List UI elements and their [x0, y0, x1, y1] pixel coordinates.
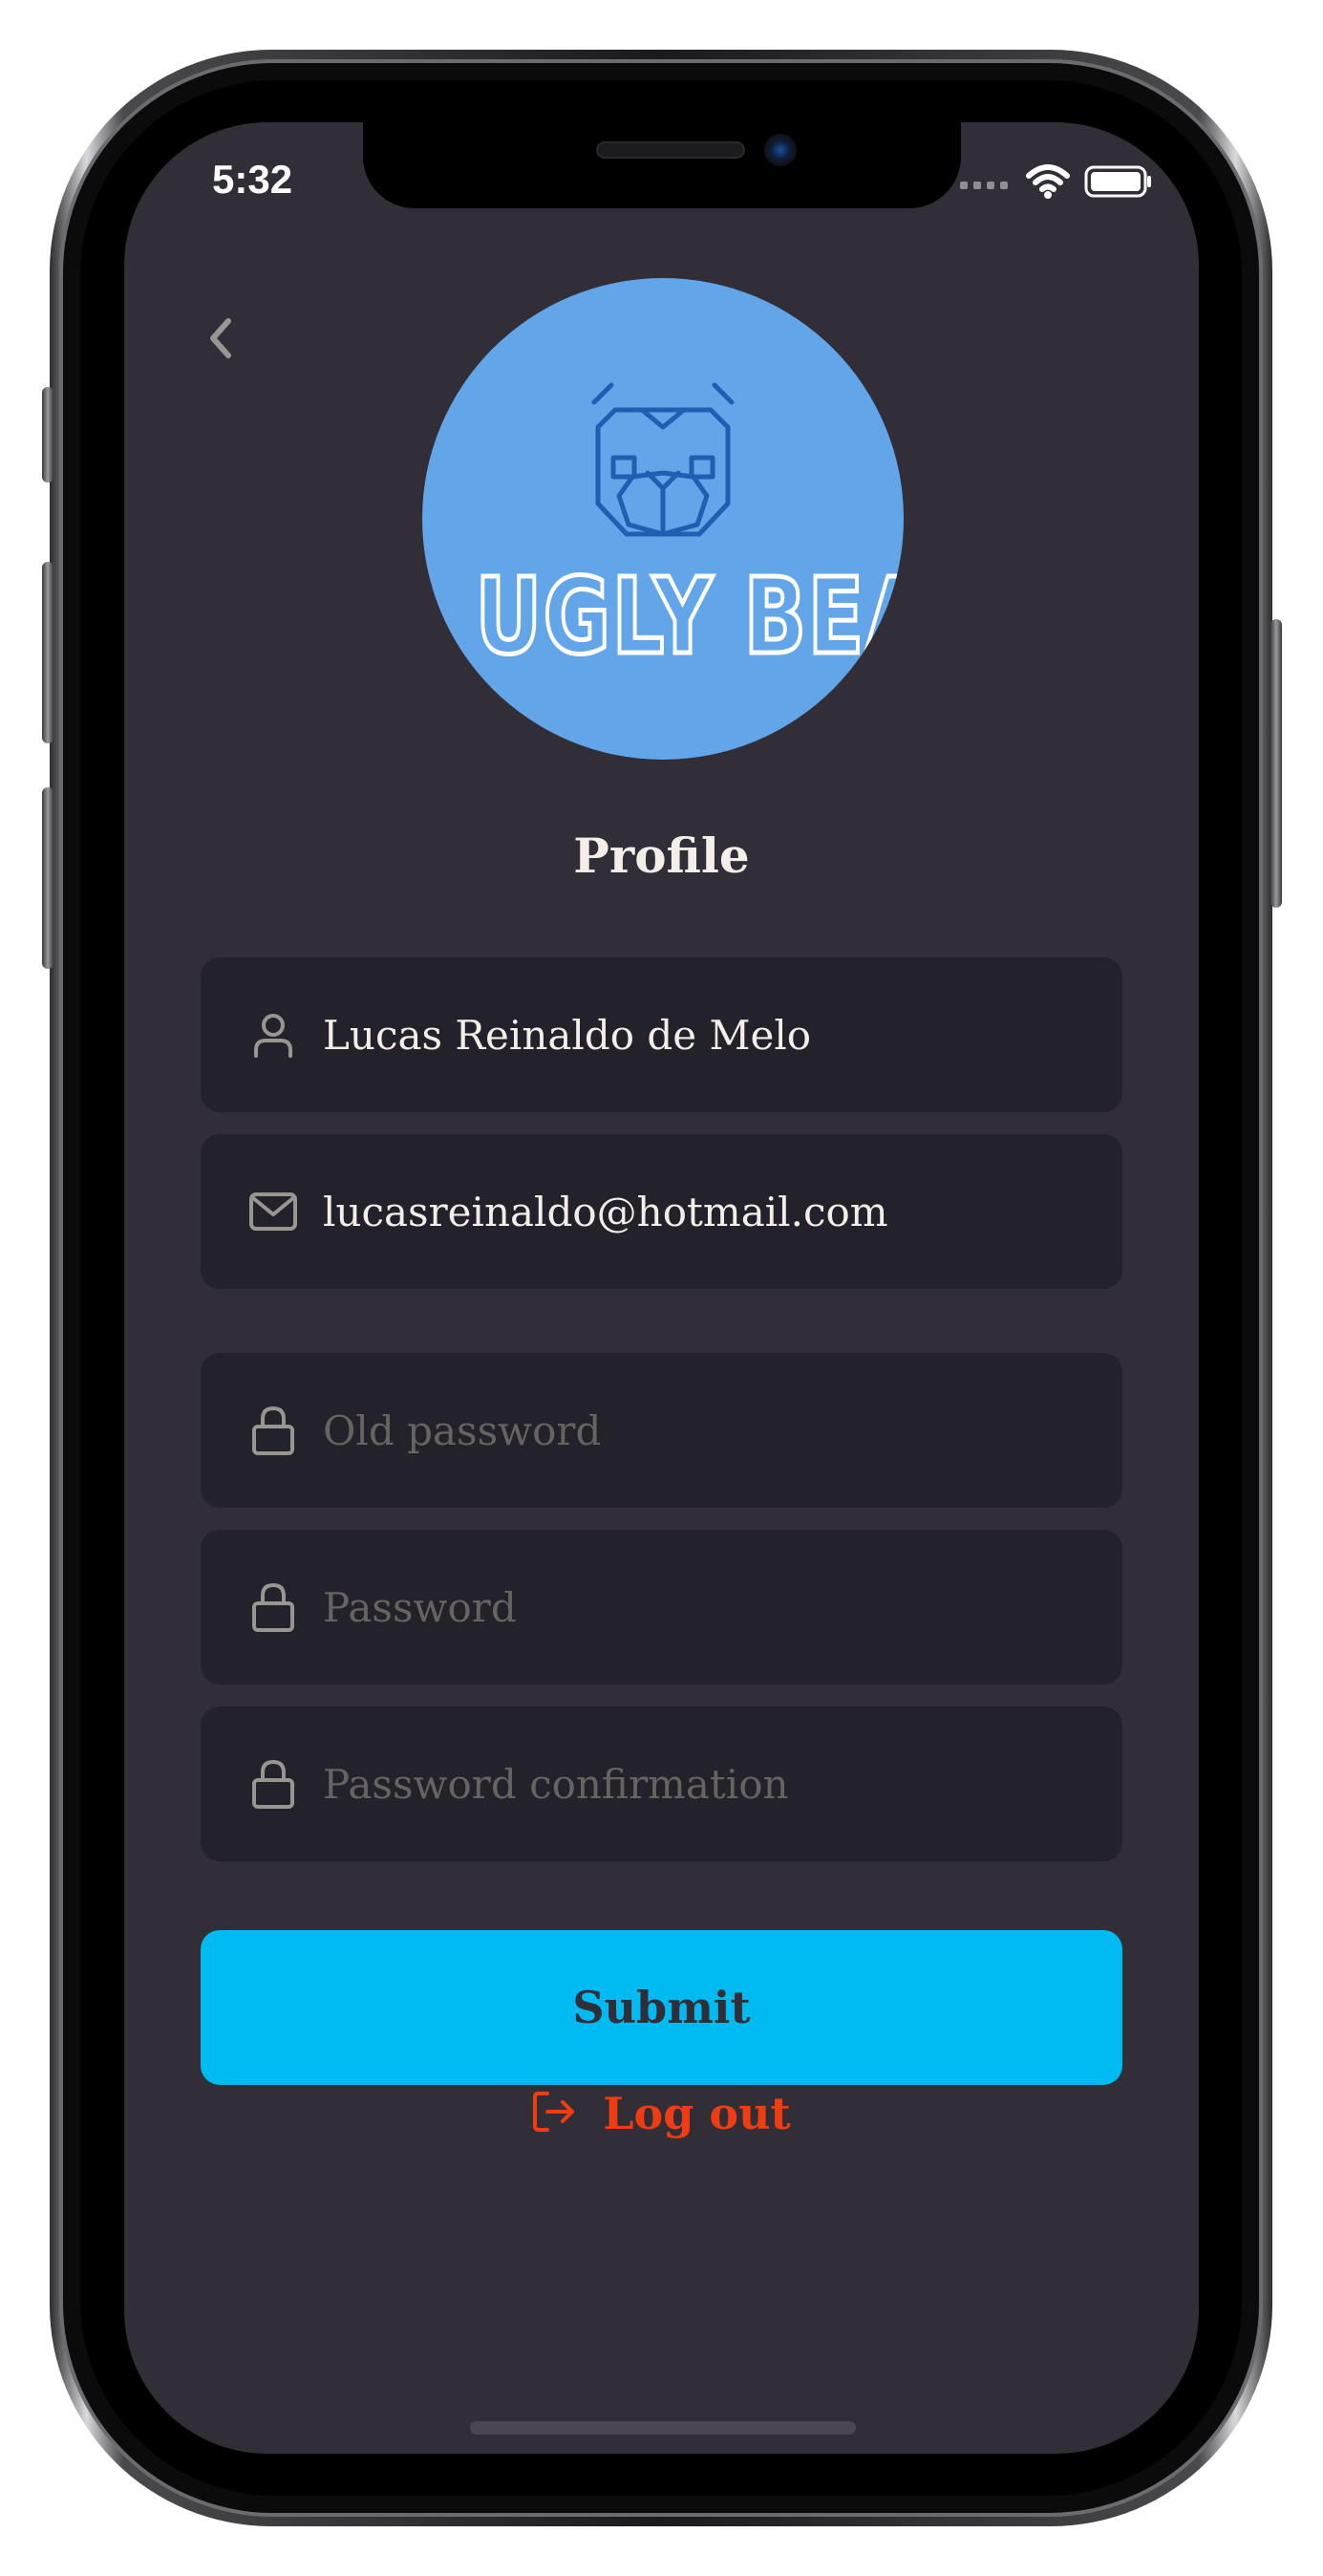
front-camera [764, 134, 797, 166]
signal-icon [960, 175, 1012, 193]
ugly-bear-logo: UGLY BEAR [422, 278, 904, 760]
app-screen: 5:32 UGLY BE Profile Lucas Reinaldo de M… [124, 122, 1199, 2454]
notch [363, 122, 961, 208]
status-indicators [960, 164, 1153, 203]
power-button [1270, 619, 1282, 908]
password-confirmation-input[interactable] [323, 1760, 1122, 1808]
wifi-icon [1025, 164, 1071, 203]
old-password-input[interactable] [323, 1406, 1122, 1454]
mail-icon [246, 1185, 300, 1238]
bear-head-icon [587, 381, 739, 547]
lock-icon [246, 1580, 300, 1634]
password-field[interactable] [201, 1530, 1122, 1685]
name-field[interactable] [201, 957, 1122, 1112]
email-field[interactable] [201, 1134, 1122, 1289]
home-indicator[interactable] [470, 2421, 856, 2435]
status-time: 5:32 [212, 157, 293, 202]
logo-text: UGLY BEAR [473, 553, 904, 680]
logout-label: Log out [603, 2088, 791, 2139]
log-out-icon [532, 2090, 576, 2137]
submit-button[interactable]: Submit [201, 1930, 1122, 2085]
old-password-field[interactable] [201, 1353, 1122, 1508]
password-confirmation-field[interactable] [201, 1707, 1122, 1861]
user-icon [246, 1008, 300, 1062]
volume-up-button [42, 562, 53, 743]
back-button[interactable] [191, 311, 248, 369]
lock-icon [246, 1757, 300, 1811]
lock-icon [246, 1404, 300, 1457]
earpiece-speaker [596, 141, 745, 159]
battery-icon [1084, 165, 1153, 202]
email-input[interactable] [323, 1188, 1122, 1235]
name-input[interactable] [323, 1011, 1122, 1059]
password-input[interactable] [323, 1583, 1122, 1631]
logout-button[interactable]: Log out [124, 2066, 1199, 2161]
chevron-left-icon [205, 315, 234, 365]
page-title: Profile [573, 827, 750, 884]
mute-switch [42, 387, 53, 483]
volume-down-button [42, 787, 53, 969]
